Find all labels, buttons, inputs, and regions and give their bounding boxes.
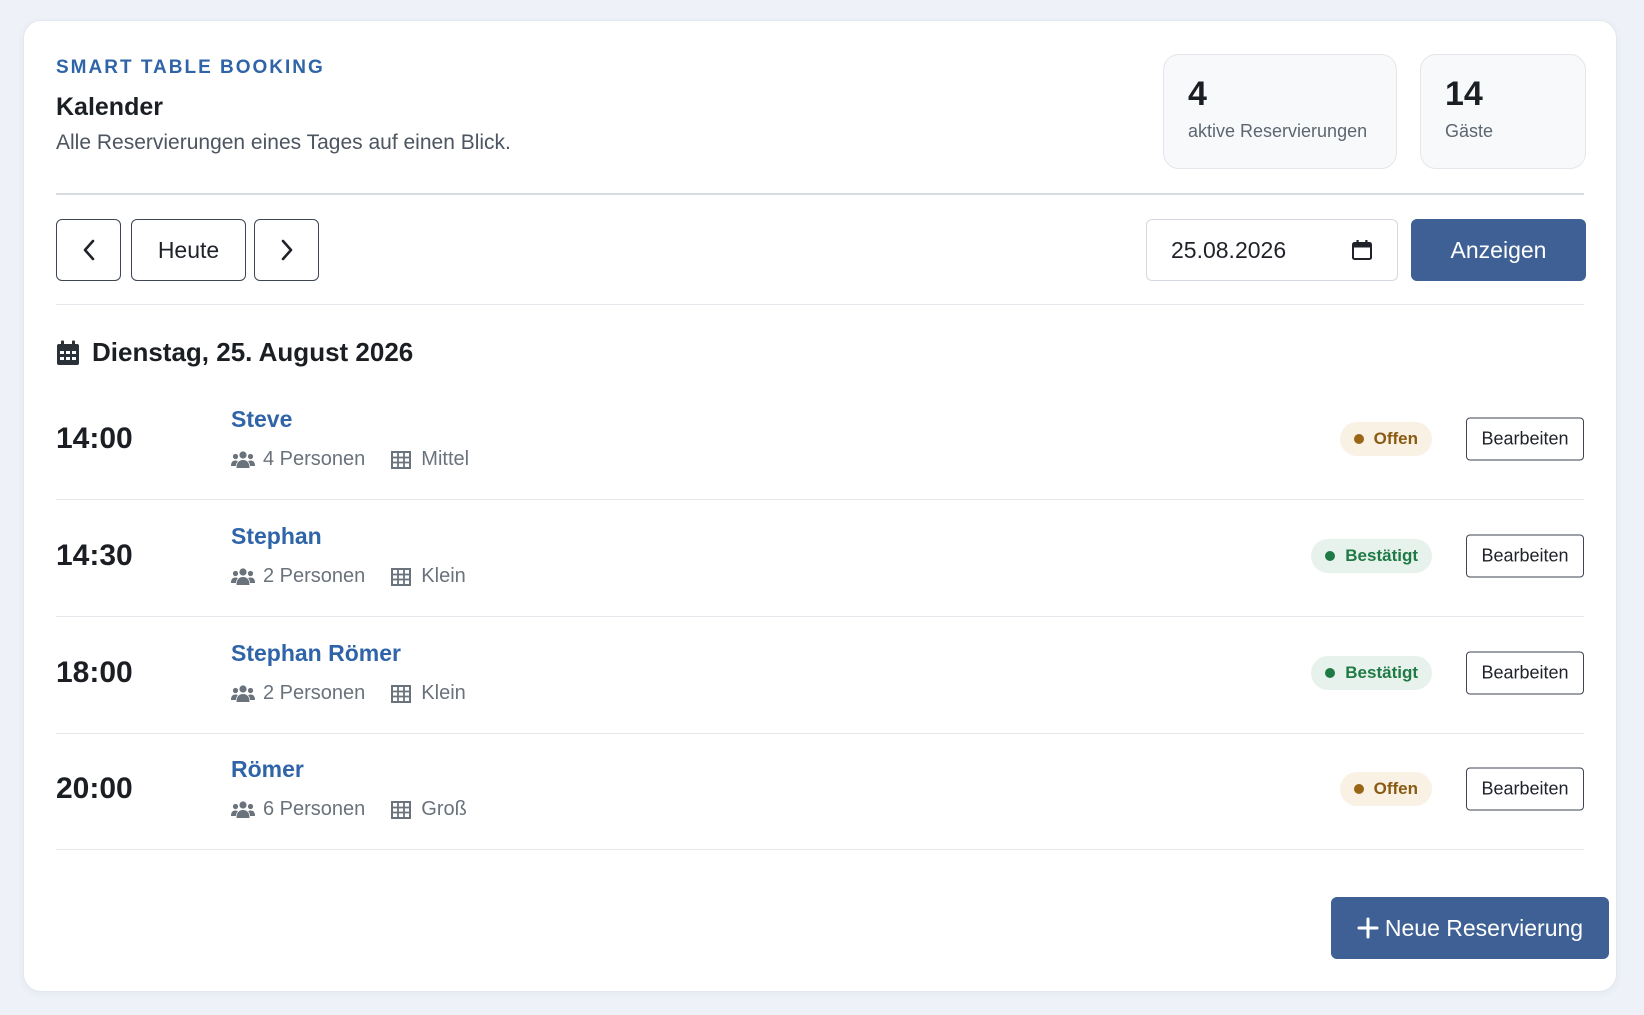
- users-icon: [231, 684, 255, 702]
- stat-value: 4: [1188, 75, 1207, 113]
- reservation-row: 20:00 Römer 6 Personen Groß Offen Bearbeiten: [56, 728, 1584, 850]
- reservation-time: 18:00: [56, 655, 133, 689]
- day-heading: Dienstag, 25. August 2026: [56, 337, 413, 368]
- status-badge: Bestätigt: [1311, 538, 1432, 573]
- table-size: Groß: [421, 798, 467, 820]
- app-eyebrow: SMART TABLE BOOKING: [56, 57, 325, 78]
- next-day-button[interactable]: [254, 219, 319, 281]
- reservation-row: 14:30 Stephan 2 Personen Klein Bestätigt Bear…: [56, 495, 1584, 617]
- status-badge: Offen: [1339, 421, 1432, 456]
- date-value: 25.08.2026: [1171, 236, 1287, 263]
- guest-name-link[interactable]: Stephan: [231, 523, 322, 550]
- persons-count: 2 Personen: [263, 682, 366, 704]
- plus-icon: [1357, 917, 1379, 939]
- status-label: Offen: [1373, 428, 1418, 448]
- guest-name-link[interactable]: Römer: [231, 756, 304, 783]
- reservation-time: 14:00: [56, 421, 133, 455]
- users-icon: [231, 450, 255, 468]
- status-dot: [1353, 783, 1364, 794]
- status-dot: [1325, 667, 1336, 678]
- stat-active-reservations: 4 aktive Reservierungen: [1163, 54, 1397, 169]
- status-label: Bestätigt: [1345, 545, 1418, 565]
- day-heading-text: Dienstag, 25. August 2026: [92, 337, 414, 367]
- header-divider: [56, 193, 1584, 195]
- reservation-row: 18:00 Stephan Römer 2 Personen Klein Bestäti…: [56, 612, 1584, 734]
- status-dot: [1353, 433, 1364, 444]
- persons-info: 6 Personen: [231, 798, 365, 821]
- new-reservation-button[interactable]: Neue Reservierung: [1331, 897, 1609, 959]
- new-reservation-label: Neue Reservierung: [1384, 914, 1584, 941]
- edit-button[interactable]: Bearbeiten: [1466, 417, 1584, 460]
- table-info: Mittel: [389, 448, 469, 471]
- table-info: Groß: [389, 798, 467, 821]
- persons-info: 2 Personen: [231, 565, 365, 588]
- page-title: Kalender: [56, 93, 163, 121]
- table-icon: [391, 684, 412, 703]
- stat-label: Gäste: [1445, 121, 1494, 141]
- edit-button[interactable]: Bearbeiten: [1466, 767, 1584, 810]
- reservation-meta: 2 Personen Klein: [231, 565, 490, 588]
- calendar-card: SMART TABLE BOOKING Kalender Alle Reserv…: [23, 20, 1617, 992]
- reservation-row: 14:00 Steve 4 Personen Mittel Offen Bearbeite…: [56, 378, 1584, 500]
- previous-day-button[interactable]: [56, 219, 121, 281]
- show-button[interactable]: Anzeigen: [1411, 219, 1586, 281]
- persons-count: 6 Personen: [263, 798, 366, 820]
- calendar-icon: [57, 340, 79, 365]
- edit-button[interactable]: Bearbeiten: [1466, 651, 1584, 694]
- reservation-meta: 4 Personen Mittel: [231, 448, 493, 471]
- stat-label: aktive Reservierungen: [1188, 121, 1368, 141]
- reservation-meta: 6 Personen Groß: [231, 798, 491, 821]
- calendar-icon[interactable]: [1351, 239, 1373, 261]
- reservation-time: 14:30: [56, 538, 133, 572]
- table-icon: [391, 567, 412, 586]
- today-button[interactable]: Heute: [131, 219, 246, 281]
- reservation-meta: 2 Personen Klein: [231, 682, 490, 705]
- persons-count: 2 Personen: [263, 565, 366, 587]
- guest-name-link[interactable]: Stephan Römer: [231, 640, 401, 667]
- persons-info: 2 Personen: [231, 682, 365, 705]
- page-subtitle: Alle Reservierungen eines Tages auf eine…: [56, 131, 511, 154]
- table-size: Mittel: [421, 448, 470, 470]
- table-icon: [391, 450, 412, 469]
- users-icon: [231, 800, 255, 818]
- persons-info: 4 Personen: [231, 448, 365, 471]
- table-size: Klein: [421, 565, 466, 587]
- status-dot: [1325, 550, 1336, 561]
- guest-name-link[interactable]: Steve: [231, 406, 292, 433]
- status-badge: Offen: [1339, 771, 1432, 806]
- date-field[interactable]: 25.08.2026: [1146, 219, 1398, 281]
- status-badge: Bestätigt: [1311, 655, 1432, 690]
- edit-button[interactable]: Bearbeiten: [1466, 534, 1584, 577]
- stat-value: 14: [1445, 75, 1483, 113]
- reservation-time: 20:00: [56, 771, 133, 805]
- stat-guests: 14 Gäste: [1420, 54, 1586, 169]
- status-label: Bestätigt: [1345, 662, 1418, 682]
- status-label: Offen: [1373, 778, 1418, 798]
- users-icon: [231, 567, 255, 585]
- table-icon: [391, 800, 412, 819]
- persons-count: 4 Personen: [263, 448, 366, 470]
- chevron-left-icon: [83, 239, 94, 261]
- table-size: Klein: [421, 682, 466, 704]
- chevron-right-icon: [281, 239, 292, 261]
- table-info: Klein: [389, 682, 466, 705]
- toolbar-divider: [56, 304, 1584, 305]
- table-info: Klein: [389, 565, 466, 588]
